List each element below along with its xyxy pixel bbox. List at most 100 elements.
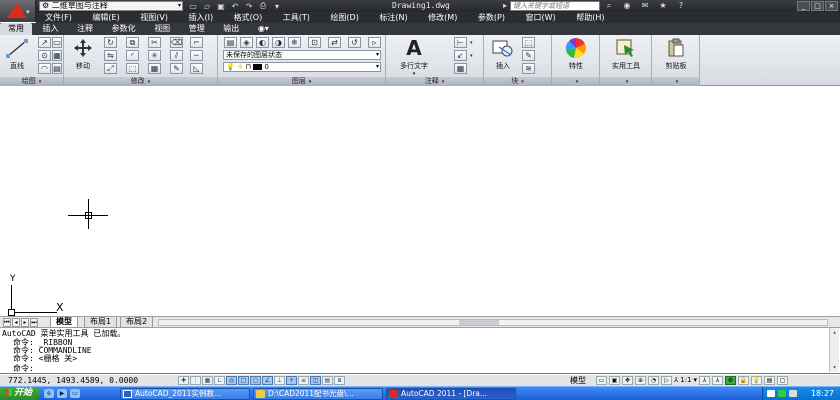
quick-view-drawings-icon[interactable]: ▣ (609, 376, 620, 385)
workspace-selector[interactable]: ⚙ 二维草图与注释 ▾ (39, 1, 183, 11)
layer-freeze-icon[interactable]: ❄ (288, 37, 301, 48)
arc-icon[interactable]: ◠ (38, 63, 51, 74)
infer-constraints-icon[interactable]: ✚ (178, 376, 189, 385)
tab-manage[interactable]: 管理 (181, 23, 213, 35)
panel-annotation-label[interactable]: 注释 ▾ (386, 77, 483, 86)
tab-insert[interactable]: 插入 (35, 23, 67, 35)
layer-prev-icon[interactable]: ↺ (348, 37, 361, 48)
layer-state-icon[interactable]: ◈ (240, 37, 253, 48)
mtext-button[interactable]: A 多行文字 ▾ (390, 36, 438, 77)
subscription-icon[interactable]: ◉ (622, 1, 632, 11)
clipboard-button[interactable]: 剪贴板 (656, 37, 696, 71)
open-icon[interactable]: ▱ (202, 2, 212, 11)
clock[interactable]: 18:27 (811, 387, 834, 400)
create-block-icon[interactable]: ⬚ (522, 37, 535, 48)
favorites-icon[interactable]: ★ (658, 1, 668, 11)
help-icon[interactable]: ? (676, 1, 686, 11)
fillet-icon[interactable]: ◜ (126, 50, 139, 61)
scroll-down-icon[interactable]: ▾ (830, 363, 839, 372)
chevron-down-icon[interactable]: ▾ (470, 53, 473, 59)
prev-layout-icon[interactable]: ◂ (12, 318, 20, 327)
layer-off-icon[interactable]: ◐ (256, 37, 269, 48)
tab-layout2[interactable]: 布局2 (120, 317, 154, 328)
tab-layout1[interactable]: 布局1 (84, 317, 118, 328)
stretch-icon[interactable]: ⤢ (104, 63, 117, 74)
polar-icon[interactable]: ◎ (226, 376, 237, 385)
attribute-icon[interactable]: ≋ (522, 63, 535, 74)
otrack-icon[interactable]: ∠ (262, 376, 273, 385)
array-icon[interactable]: ▦ (148, 63, 161, 74)
tab-parametric[interactable]: 参数化 (104, 23, 144, 35)
snap-icon[interactable]: ⋮ (190, 376, 201, 385)
language-icon[interactable] (767, 390, 775, 397)
minimize-button[interactable]: _ (797, 1, 810, 11)
scroll-thumb[interactable] (459, 320, 499, 325)
zoom-icon[interactable]: ⊕ (635, 376, 646, 385)
grid-icon[interactable]: ▦ (202, 376, 213, 385)
binoculars-icon[interactable]: ⌕ (604, 1, 614, 11)
tab-view[interactable]: 视图 (146, 23, 178, 35)
taskbar-item-folder[interactable]: D:\CAD2011配书光盘\... (253, 388, 383, 400)
chevron-down-icon[interactable]: ▾ (694, 376, 698, 385)
maximize-button[interactable]: □ (811, 1, 824, 11)
layer-properties-icon[interactable]: ▤ (224, 37, 237, 48)
panel-utilities-label[interactable]: ▾ (600, 77, 651, 86)
chevron-down-icon[interactable]: ▾ (272, 2, 282, 11)
dyn-icon[interactable]: + (286, 376, 297, 385)
annotation-visibility-icon[interactable]: ⅄ (699, 376, 711, 385)
panel-properties-label[interactable]: ▾ (552, 77, 599, 86)
menu-draw[interactable]: 绘图(D) (321, 12, 367, 23)
search-input[interactable]: 键入关键字或短语 (510, 1, 600, 11)
lock-icon[interactable]: 🔒 (738, 376, 750, 385)
mirror-icon[interactable]: ⇋ (104, 50, 117, 61)
scroll-track[interactable] (830, 337, 839, 363)
undo-icon[interactable]: ↶ (230, 2, 240, 11)
menu-view[interactable]: 视图(V) (131, 12, 177, 23)
table-icon[interactable]: ▦ (454, 63, 467, 74)
3d-osnap-icon[interactable]: ▢ (250, 376, 261, 385)
lineweight-icon[interactable]: ≡ (298, 376, 309, 385)
break-icon[interactable]: ╌ (190, 50, 203, 61)
first-layout-icon[interactable]: ⏮ (3, 318, 11, 327)
multileader-icon[interactable]: ↙ (454, 50, 467, 61)
scroll-up-icon[interactable]: ▴ (830, 328, 839, 337)
last-layout-icon[interactable]: ⏭ (30, 318, 38, 327)
join-icon[interactable]: ⌐ (190, 37, 203, 48)
move-button[interactable]: 移动 (68, 37, 98, 71)
menu-tools[interactable]: 工具(T) (274, 12, 319, 23)
properties-button[interactable]: 特性 (556, 37, 596, 71)
media-icon[interactable]: ▶ (57, 389, 67, 398)
clean-screen-icon[interactable]: ▢ (777, 376, 789, 385)
tab-output[interactable]: 输出 (215, 23, 247, 35)
insert-block-button[interactable]: 插入 (488, 37, 518, 71)
save-icon[interactable]: ▣ (216, 2, 226, 11)
layer-iso-icon[interactable]: ◑ (272, 37, 285, 48)
layer-state-dropdown[interactable]: 未保存的图层状态 ▾ (223, 50, 381, 60)
command-line[interactable]: AutoCAD 菜单实用工具 已加载。 命令: _RIBBON 命令: COMM… (0, 328, 840, 374)
layer-dropdown[interactable]: 💡 ☼ ⊓ 0 ▾ (223, 62, 381, 72)
panel-modify-label[interactable]: 修改 ▾ (64, 77, 217, 86)
line-button[interactable]: 直线 (3, 37, 31, 71)
workspace-switching-icon[interactable]: ⚙ (725, 376, 737, 385)
layer-walk-icon[interactable]: ▹ (368, 37, 381, 48)
annotation-scale[interactable]: 1:1 (680, 376, 691, 385)
showmotion-icon[interactable]: ▷ (661, 376, 672, 385)
ie-icon[interactable]: e (44, 389, 54, 398)
auto-scale-icon[interactable]: ⅄ (712, 376, 724, 385)
osnap-icon[interactable]: □ (238, 376, 249, 385)
menu-format[interactable]: 格式(O) (225, 12, 272, 23)
next-layout-icon[interactable]: ▸ (21, 318, 29, 327)
table-icon[interactable]: ▤ (52, 63, 62, 74)
draw-extra-icon[interactable]: ▭ (52, 37, 62, 48)
layer-lock-icon[interactable]: ⊡ (308, 37, 321, 48)
drawing-area[interactable] (0, 87, 840, 316)
scale-icon[interactable]: ⬚ (126, 63, 139, 74)
menu-edit[interactable]: 编辑(E) (83, 12, 128, 23)
start-button[interactable]: 开始 (0, 387, 40, 400)
rotate-icon[interactable]: ↻ (104, 37, 117, 48)
offset-icon[interactable]: ⫽ (170, 50, 183, 61)
application-menu-button[interactable]: ▾ (0, 0, 36, 22)
ducs-icon[interactable]: ⊥ (274, 376, 285, 385)
utilities-button[interactable]: 实用工具 (604, 37, 648, 71)
copy-icon[interactable]: ⧉ (126, 37, 139, 48)
